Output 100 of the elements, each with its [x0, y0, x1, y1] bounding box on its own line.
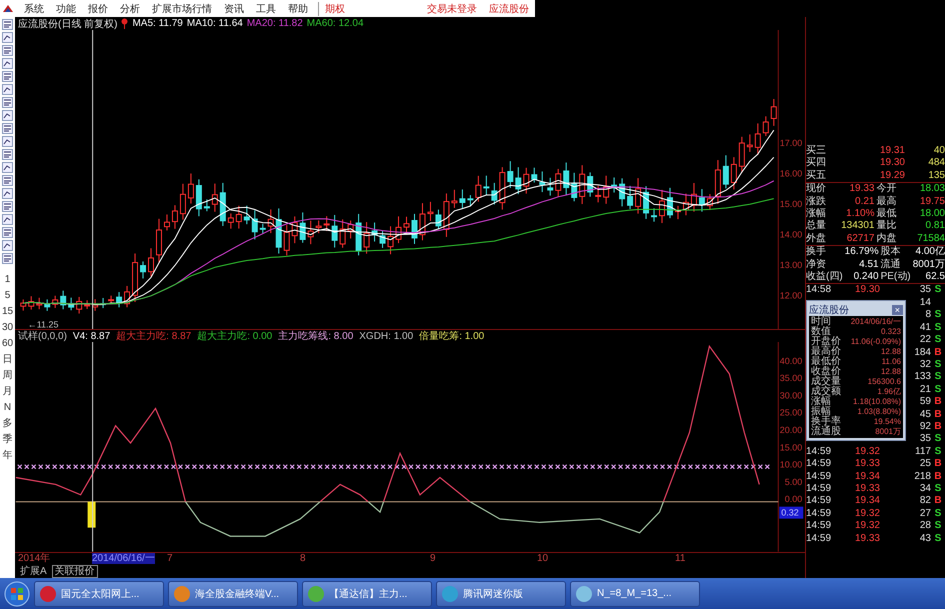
taskbar-item[interactable]: N_=8_M_=13_...	[570, 580, 700, 606]
tick-side: S	[934, 532, 942, 544]
candlestick	[236, 205, 242, 230]
period-button[interactable]: N	[4, 400, 12, 416]
tick-side: S	[934, 334, 942, 346]
tick-volume: 35	[920, 433, 931, 444]
tick-price: 19.34	[854, 495, 880, 506]
period-button[interactable]: 季	[2, 432, 12, 448]
quote-value: 18.03	[918, 183, 945, 196]
date-label: 9	[430, 553, 436, 564]
toolbar-icon[interactable]	[2, 240, 13, 251]
tick-price: 19.33	[854, 482, 880, 494]
period-button[interactable]: 多	[2, 416, 12, 432]
menu-item[interactable]: 资讯	[218, 2, 250, 16]
tick-volume: 184	[914, 346, 931, 358]
indicator-value: 试样(0,0,0)	[18, 330, 67, 344]
candlestick	[84, 300, 90, 310]
menu-item[interactable]: 功能	[50, 2, 82, 16]
menu-item[interactable]: 工具	[250, 2, 282, 16]
toolbar-icon[interactable]	[2, 162, 13, 173]
toolbar-icon[interactable]	[2, 71, 13, 82]
tick-side: S	[934, 284, 942, 296]
taskbar-item[interactable]: 腾讯网迷你版	[436, 580, 566, 606]
candlestick	[603, 175, 610, 204]
option-menu-item[interactable]: 期权	[318, 2, 351, 16]
toolbar-icon[interactable]	[2, 201, 13, 212]
taskbar-item[interactable]: 国元全太阳网上...	[34, 580, 164, 606]
login-status[interactable]: 交易未登录	[421, 2, 483, 16]
candlestick	[340, 218, 346, 248]
menu-item[interactable]: 扩展市场行情	[146, 2, 218, 16]
period-button[interactable]: 15	[2, 304, 14, 320]
toolbar-icon[interactable]	[2, 175, 13, 186]
tick-side: S	[934, 508, 942, 519]
candlestick	[587, 172, 594, 198]
quote-label: 最低	[876, 208, 896, 220]
popup-value: 1.03(8.80%)	[856, 407, 901, 417]
popup-label: 开盘价	[811, 337, 841, 347]
tick-time: 14:59	[806, 532, 832, 544]
period-button[interactable]: 60	[2, 336, 14, 352]
candlestick	[140, 260, 146, 279]
toolbar-icon[interactable]	[2, 19, 13, 30]
candlestick	[316, 220, 322, 234]
toolbar-icon[interactable]	[2, 123, 13, 134]
period-button[interactable]: 5	[4, 288, 10, 304]
toolbar-icon[interactable]	[2, 149, 13, 160]
toolbar-icon[interactable]	[2, 97, 13, 108]
toolbar-icon[interactable]	[2, 84, 13, 95]
tick-price: 19.32	[854, 446, 880, 457]
quote-value: 62.5	[924, 271, 945, 284]
tick-price: 19.32	[854, 520, 880, 532]
candlestick	[483, 175, 490, 196]
taskbar-item[interactable]: 【通达信】主力...	[302, 580, 432, 606]
quote-label: 流通	[880, 258, 902, 271]
tick-side: S	[934, 371, 942, 382]
candlestick	[427, 201, 434, 222]
quote-price: 19.29	[878, 170, 905, 182]
candlestick	[523, 167, 530, 194]
candlestick	[276, 208, 282, 254]
period-button[interactable]: 月	[2, 384, 12, 400]
quote-value: 16.79%	[844, 246, 879, 259]
candlestick	[706, 194, 713, 210]
quote-label: 涨幅	[806, 208, 826, 220]
period-button[interactable]: 年	[2, 448, 12, 464]
ma-value: MA5: 11.79	[132, 18, 183, 29]
indicator-value: XGDH: 1.00	[359, 330, 414, 342]
menu-item[interactable]: 分析	[114, 2, 146, 16]
candlestick	[380, 230, 386, 248]
period-button[interactable]: 周	[2, 368, 12, 384]
candlestick	[667, 187, 673, 219]
popup-label: 成交量	[811, 377, 841, 387]
tab[interactable]: 扩展A	[17, 565, 50, 578]
toolbar-icon[interactable]	[2, 110, 13, 121]
tab[interactable]: 关联报价	[52, 565, 98, 578]
toolbar-icon[interactable]	[2, 45, 13, 56]
popup-label: 换手率	[811, 417, 841, 427]
period-button[interactable]: 日	[2, 352, 12, 368]
toolbar-icon[interactable]	[2, 32, 13, 43]
start-button[interactable]	[4, 580, 30, 606]
date-label: 7	[167, 553, 173, 564]
close-button[interactable]: ×	[892, 304, 903, 314]
toolbar-icon[interactable]	[2, 136, 13, 147]
period-button[interactable]: 30	[2, 320, 14, 336]
taskbar-item[interactable]: 海全股金融终端V...	[168, 580, 298, 606]
period-button[interactable]: 1	[4, 272, 10, 288]
toolbar-icon[interactable]	[2, 214, 13, 225]
axis-label: 5.00	[784, 477, 802, 488]
menu-item[interactable]: 报价	[82, 2, 114, 16]
menu-item[interactable]: 帮助	[282, 2, 314, 16]
axis-label: 40.00	[780, 356, 802, 366]
toolbar-icon[interactable]	[2, 188, 13, 199]
toolbar-icon[interactable]	[2, 58, 13, 69]
axis-label: 20.00	[780, 425, 802, 436]
popup-label: 振幅	[811, 407, 831, 417]
tick-side: S	[934, 358, 942, 370]
quote-value: 62717	[846, 232, 874, 246]
menu-item[interactable]: 系统	[18, 2, 50, 16]
axis-label: 12.00	[780, 290, 802, 300]
toolbar-icon[interactable]	[2, 253, 13, 264]
toolbar-icon[interactable]	[2, 227, 13, 238]
candlestick	[547, 177, 554, 196]
